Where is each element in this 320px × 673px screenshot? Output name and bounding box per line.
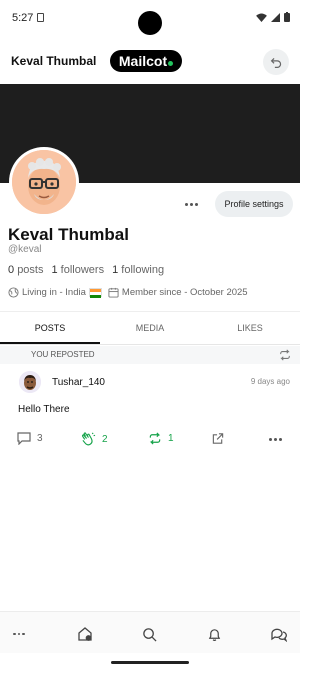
india-flag-icon: [88, 288, 102, 298]
following-count: 1: [112, 264, 119, 276]
search-icon: [142, 627, 157, 642]
profile-more-button[interactable]: [180, 196, 202, 212]
profile-settings-button[interactable]: Profile settings: [215, 191, 293, 217]
following-stat[interactable]: 1 following: [112, 264, 164, 276]
posts-label: posts: [17, 264, 44, 276]
undo-button[interactable]: [263, 49, 289, 75]
home-icon: [78, 627, 92, 641]
tab-posts[interactable]: POSTS: [0, 312, 100, 344]
comment-count: 3: [37, 433, 43, 444]
followers-label: followers: [60, 264, 105, 276]
comment-button[interactable]: 3: [17, 432, 43, 445]
profile-stats: 0 posts 1 followers 1 following: [8, 264, 172, 276]
nav-notifications[interactable]: [204, 625, 224, 643]
repost-header: YOU REPOSTED: [0, 346, 300, 364]
post-text: Hello There: [18, 404, 70, 415]
member-since-text: Member since - October 2025: [121, 287, 248, 298]
home-indicator[interactable]: [111, 661, 189, 664]
post-actions: 3 2 1: [0, 432, 300, 448]
repost-action-icon: [149, 432, 161, 445]
tab-media[interactable]: MEDIA: [100, 312, 200, 344]
mailcot-logo: Mailcot: [110, 50, 182, 72]
undo-icon: [270, 57, 281, 68]
followers-stat[interactable]: 1 followers: [51, 264, 104, 276]
post-author-avatar[interactable]: [19, 371, 41, 393]
status-icons: [256, 12, 290, 22]
wifi-icon: [256, 12, 267, 22]
user-memoji-icon: [19, 371, 41, 393]
profile-avatar[interactable]: [9, 147, 79, 217]
repost-count: 1: [168, 433, 174, 444]
profile-meta: Living in - India Member since - October…: [8, 287, 254, 298]
location-text: Living in - India: [22, 287, 86, 298]
avatar-image: [12, 150, 76, 214]
location-info: Living in - India: [8, 287, 102, 298]
posts-stat[interactable]: 0 posts: [8, 264, 43, 276]
share-button[interactable]: [211, 432, 225, 445]
status-bar: 5:27: [0, 0, 300, 40]
globe-icon: [8, 287, 19, 298]
share-icon: [212, 433, 224, 444]
battery-icon: [284, 12, 290, 22]
profile-tabs: POSTS MEDIA LIKES: [0, 311, 300, 345]
phone-screen: 5:27 Keval Thumbal Mailcot Profile setti…: [0, 0, 300, 673]
app-header: Keval Thumbal Mailcot: [0, 40, 300, 84]
member-since-info: Member since - October 2025: [108, 287, 248, 298]
repost-label: YOU REPOSTED: [31, 350, 95, 359]
bell-icon: [208, 628, 220, 641]
calendar-icon: [108, 287, 119, 298]
profile-handle: @keval: [8, 244, 42, 255]
more-icon: [13, 632, 25, 636]
memoji-avatar-icon: [12, 150, 76, 214]
following-label: following: [121, 264, 165, 276]
followers-count: 1: [51, 264, 58, 276]
brand-name: Mailcot: [118, 53, 168, 69]
post-card[interactable]: Tushar_140 9 days ago Hello There 3 2 1: [0, 364, 300, 456]
clap-count: 2: [102, 433, 108, 445]
posts-count: 0: [8, 264, 15, 276]
brand-dot: [168, 61, 174, 66]
nav-messages[interactable]: [269, 625, 289, 643]
header-title: Keval Thumbal: [11, 54, 97, 68]
comment-icon: [17, 432, 31, 445]
nav-search[interactable]: [139, 625, 159, 643]
repost-button[interactable]: 1: [148, 432, 174, 445]
nav-more[interactable]: [9, 625, 29, 643]
post-author[interactable]: Tushar_140: [52, 377, 105, 388]
profile-name: Keval Thumbal: [8, 225, 129, 244]
clap-icon: [81, 432, 96, 446]
status-time: 5:27: [12, 12, 34, 24]
tab-likes[interactable]: LIKES: [200, 312, 300, 344]
bottom-nav: [0, 611, 300, 653]
clap-button[interactable]: 2: [81, 432, 108, 446]
nav-home[interactable]: [75, 625, 95, 643]
repost-icon: [280, 349, 290, 361]
chat-icon: [271, 628, 287, 642]
post-timestamp: 9 days ago: [250, 377, 290, 386]
signal-icon: [271, 12, 280, 22]
sim-icon: [37, 13, 44, 22]
camera-cutout: [138, 11, 162, 35]
post-more-button[interactable]: [269, 438, 282, 441]
